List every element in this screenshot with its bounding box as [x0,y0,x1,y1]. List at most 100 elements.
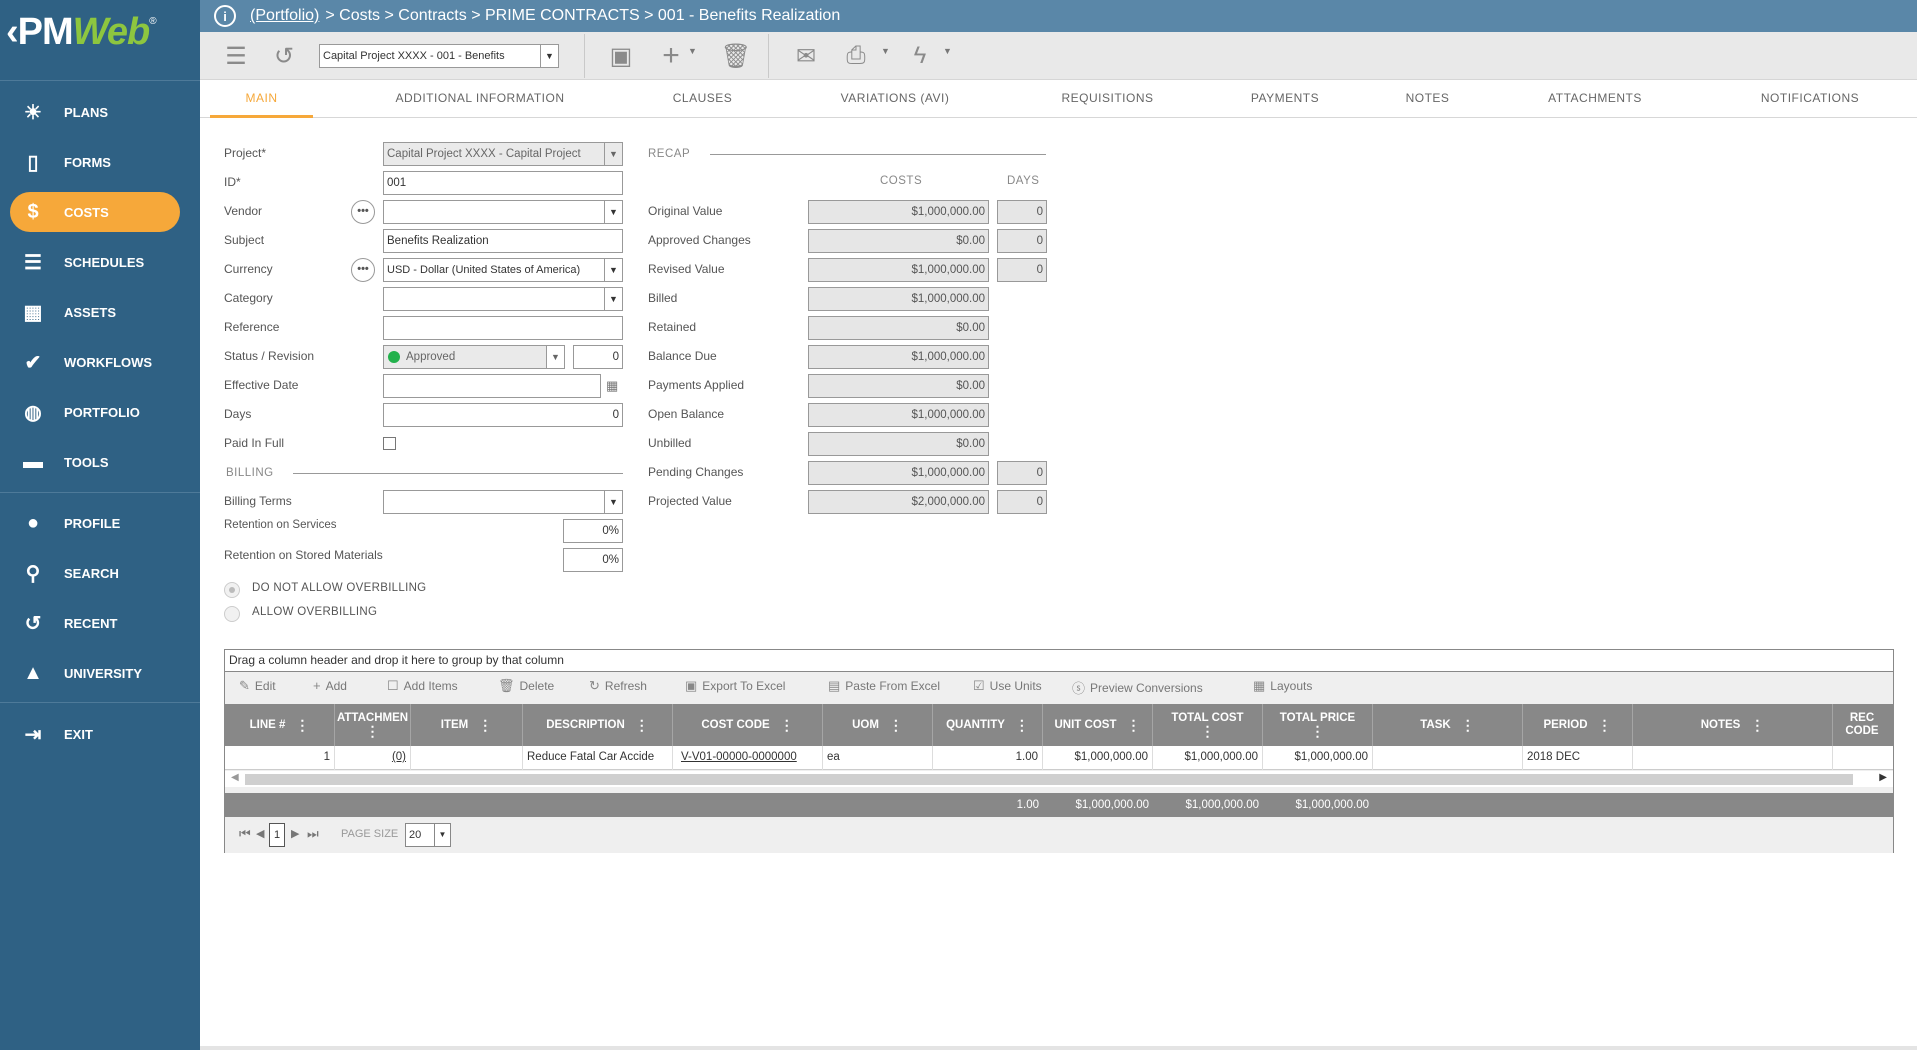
retention-materials-field[interactable]: 0% [563,548,623,572]
page-size-select[interactable]: 20 ▼ [405,823,451,847]
email-icon[interactable]: ✉ [792,42,820,70]
category-select[interactable]: ▼ [383,287,623,311]
tab-clauses[interactable]: CLAUSES [640,80,765,118]
col-line[interactable]: LINE # ⋮ [225,704,335,746]
reference-field[interactable] [383,316,623,340]
revision-field[interactable]: 0 [573,345,623,369]
scroll-left-icon[interactable]: ◀ [231,772,239,783]
horizontal-scrollbar[interactable]: ◀ ▶ [225,771,1893,787]
retention-services-field[interactable]: 0% [563,519,623,543]
column-menu-icon[interactable]: ⋮ [780,718,794,732]
breadcrumb-portfolio-link[interactable]: (Portfolio) [250,7,319,25]
calendar-icon[interactable]: ▦ [606,378,618,394]
actions-dropdown-icon[interactable]: ▼ [943,46,952,56]
col-description[interactable]: DESCRIPTION ⋮ [523,704,673,746]
column-menu-icon[interactable]: ⋮ [1750,718,1764,732]
grid-paste-excel-button[interactable]: ▤ Paste From Excel [828,678,940,694]
nav-schedules[interactable]: ☰ SCHEDULES [10,242,180,282]
lightning-icon[interactable]: ϟ [906,42,934,70]
prev-page-icon[interactable]: ◀ [256,827,264,840]
nav-recent[interactable]: ↺ RECENT [10,603,180,643]
column-menu-icon[interactable]: ⋮ [1311,724,1325,738]
nav-profile[interactable]: ● PROFILE [10,503,180,543]
nav-assets[interactable]: ▦ ASSETS [10,292,180,332]
column-menu-icon[interactable]: ⋮ [366,724,380,738]
save-icon[interactable]: ▣ [607,42,635,70]
grid-add-button[interactable]: + Add [313,678,347,693]
grid-refresh-button[interactable]: ↻ Refresh [589,678,647,694]
id-field[interactable]: 001 [383,171,623,195]
scroll-right-icon[interactable]: ▶ [1879,772,1887,783]
days-field[interactable]: 0 [383,403,623,427]
nav-university[interactable]: ▲ UNIVERSITY [10,653,180,693]
tab-main[interactable]: MAIN [210,80,313,118]
currency-select[interactable]: USD - Dollar (United States of America) ▼ [383,258,623,282]
tab-requisitions[interactable]: REQUISITIONS [1040,80,1175,118]
list-icon[interactable]: ☰ [222,42,250,70]
col-cost-code[interactable]: COST CODE ⋮ [673,704,823,746]
print-icon[interactable]: ⎙ [842,42,870,70]
nav-plans[interactable]: ☀ PLANS [10,92,180,132]
nav-search[interactable]: ⚲ SEARCH [10,553,180,593]
nav-forms[interactable]: ▯ FORMS [10,142,180,182]
col-attachments[interactable]: ATTACHMEN ⋮ [335,704,411,746]
record-select[interactable]: Capital Project XXXX - 001 - Benefits ▼ [319,44,559,68]
cell-cost-code-link[interactable]: V-V01-00000-0000000 [673,746,823,770]
col-period[interactable]: PERIOD ⋮ [1523,704,1633,746]
no-overbilling-radio[interactable] [224,582,240,598]
nav-tools[interactable]: ▬ TOOLS [10,442,180,482]
paid-in-full-checkbox[interactable] [383,437,396,450]
col-uom[interactable]: UOM ⋮ [823,704,933,746]
nav-costs[interactable]: $ COSTS [10,192,180,232]
column-menu-icon[interactable]: ⋮ [478,718,492,732]
col-quantity[interactable]: QUANTITY ⋮ [933,704,1043,746]
add-icon[interactable]: + [657,39,685,72]
group-by-drop-zone[interactable]: Drag a column header and drop it here to… [225,650,1893,672]
grid-export-excel-button[interactable]: ▣ Export To Excel [685,678,785,694]
cell-attachments-link[interactable]: (0) [335,746,411,770]
info-icon[interactable]: i [214,5,236,27]
column-menu-icon[interactable]: ⋮ [889,718,903,732]
grid-preview-conversions-button[interactable]: ⓢ Preview Conversions [1072,678,1203,697]
project-select[interactable]: Capital Project XXXX - Capital Project ▼ [383,142,623,166]
grid-add-items-button[interactable]: ☐ Add Items [387,678,458,694]
history-icon[interactable]: ↺ [270,42,298,70]
col-notes[interactable]: NOTES ⋮ [1633,704,1833,746]
column-menu-icon[interactable]: ⋮ [1461,718,1475,732]
tab-attachments[interactable]: ATTACHMENTS [1530,80,1660,118]
col-total-price[interactable]: TOTAL PRICE ⋮ [1263,704,1373,746]
pmweb-logo[interactable]: ‹PMWeb® [0,0,200,64]
grid-use-units-toggle[interactable]: ☑ Use Units [973,678,1042,694]
col-total-cost[interactable]: TOTAL COST ⋮ [1153,704,1263,746]
col-item[interactable]: ITEM ⋮ [411,704,523,746]
vendor-select[interactable]: ▼ [383,200,623,224]
scrollbar-thumb[interactable] [245,774,1853,785]
col-rec-code[interactable]: REC CODE [1833,704,1893,746]
delete-icon[interactable]: 🗑 [721,42,751,70]
column-menu-icon[interactable]: ⋮ [1598,718,1612,732]
col-task[interactable]: TASK ⋮ [1373,704,1523,746]
print-dropdown-icon[interactable]: ▼ [881,46,890,56]
subject-field[interactable]: Benefits Realization [383,229,623,253]
billing-terms-select[interactable]: ▼ [383,490,623,514]
tab-variations[interactable]: VARIATIONS (AVI) [820,80,970,118]
table-row[interactable]: 1 (0) Reduce Fatal Car Accide V-V01-0000… [225,746,1893,770]
nav-workflows[interactable]: ✔ WORKFLOWS [10,342,180,382]
column-menu-icon[interactable]: ⋮ [635,718,649,732]
nav-exit[interactable]: ⇥ EXIT [10,714,180,754]
tab-notes[interactable]: NOTES [1380,80,1475,118]
last-page-icon[interactable]: ⏭ [307,826,319,842]
next-page-icon[interactable]: ▶ [291,827,299,840]
tab-notifications[interactable]: NOTIFICATIONS [1740,80,1880,118]
nav-portfolio[interactable]: ◍ PORTFOLIO [10,392,180,432]
grid-layouts-button[interactable]: ▦ Layouts [1253,678,1312,694]
currency-ellipsis-icon[interactable]: ••• [351,258,375,282]
effective-date-field[interactable] [383,374,601,398]
status-select[interactable]: Approved ▼ [383,345,565,369]
first-page-icon[interactable]: ⏮ [239,826,251,842]
column-menu-icon[interactable]: ⋮ [1201,724,1215,738]
tab-payments[interactable]: PAYMENTS [1230,80,1340,118]
col-unit-cost[interactable]: UNIT COST ⋮ [1043,704,1153,746]
column-menu-icon[interactable]: ⋮ [1126,718,1140,732]
vendor-ellipsis-icon[interactable]: ••• [351,200,375,224]
